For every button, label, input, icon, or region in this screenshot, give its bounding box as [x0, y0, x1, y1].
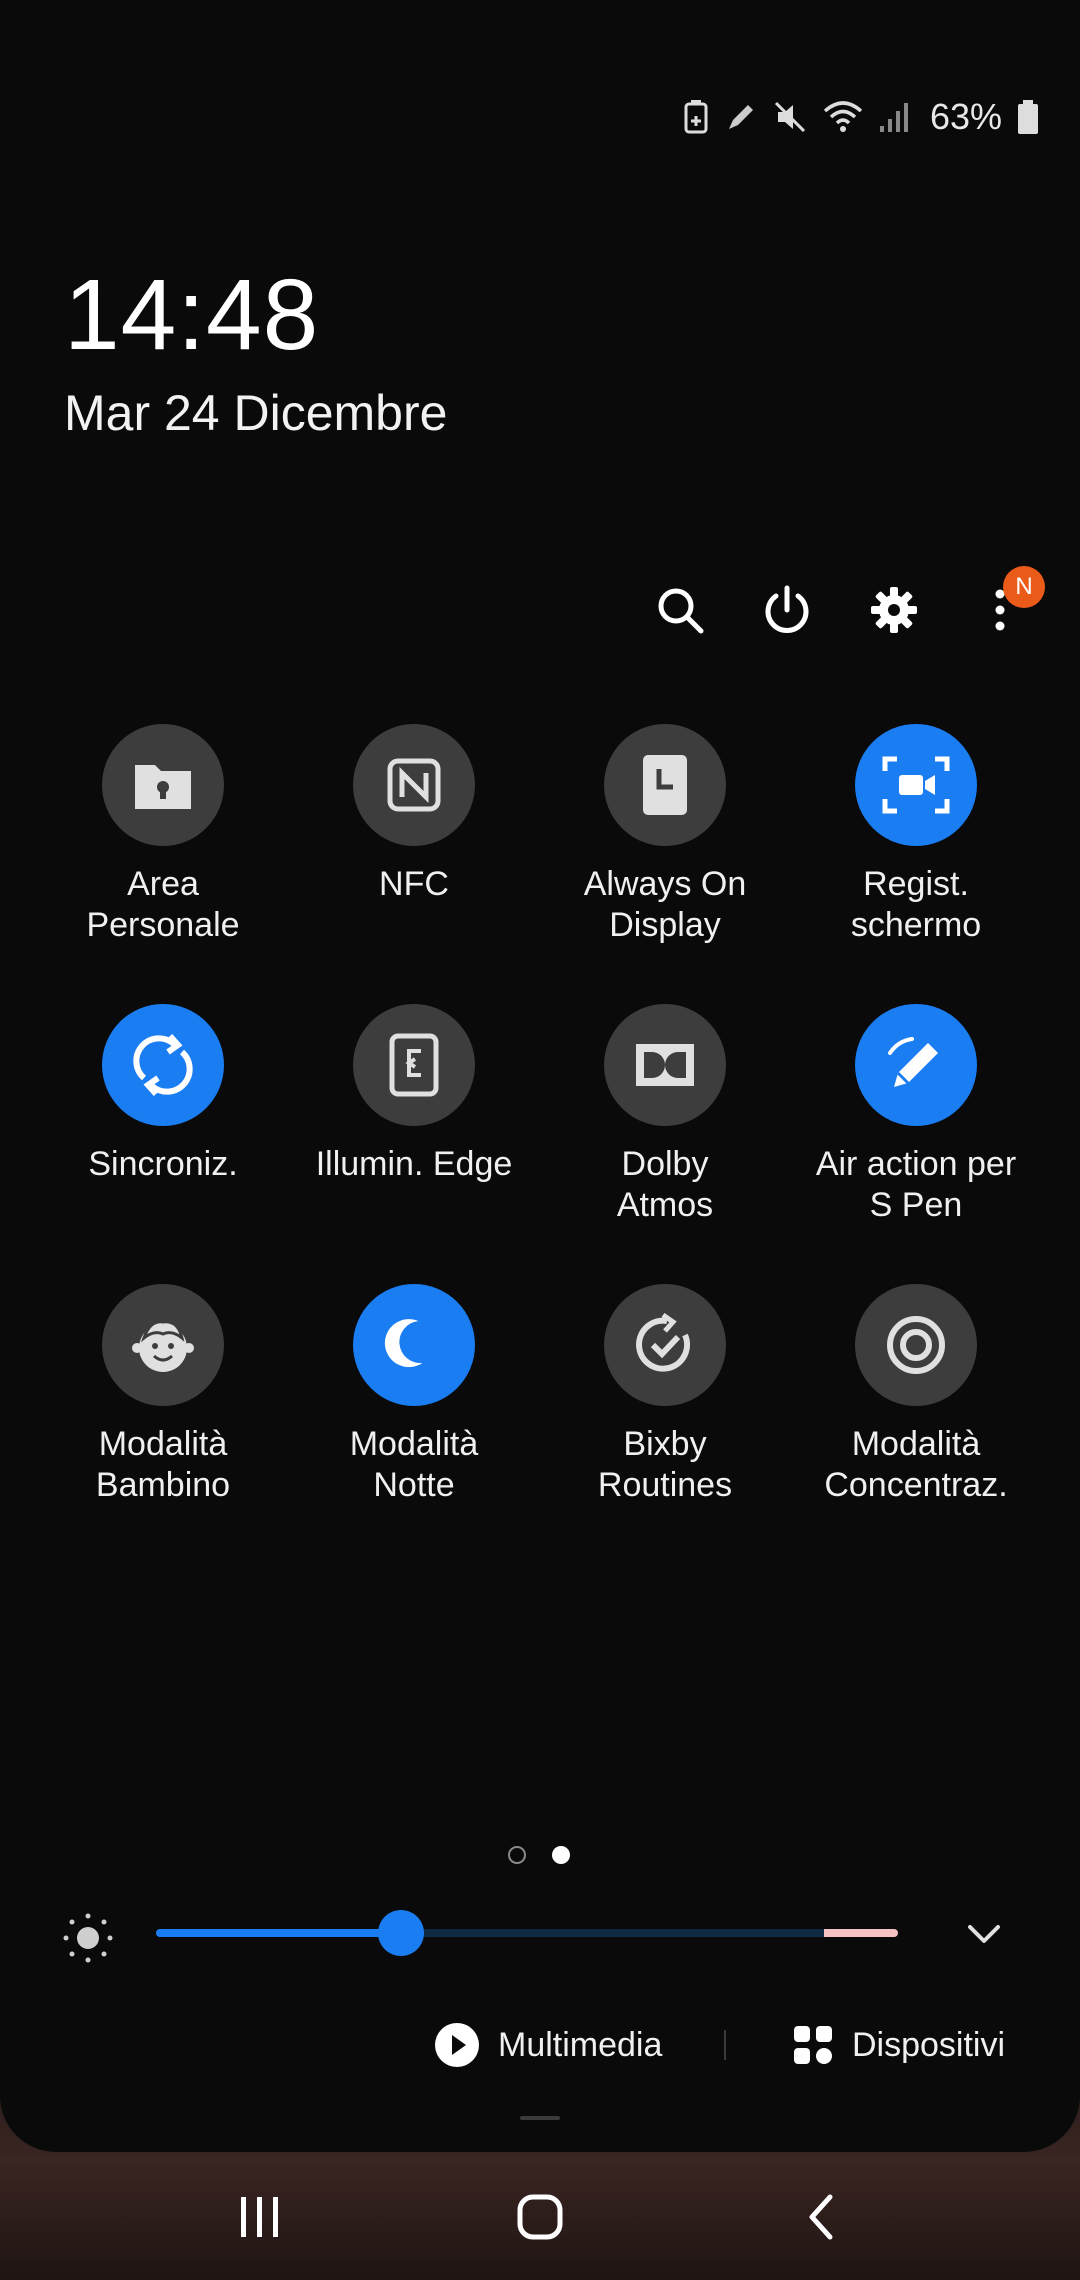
media-button[interactable]: Multimedia — [434, 2020, 662, 2070]
edge-lighting-icon — [389, 1033, 439, 1097]
devices-label: Dispositivi — [852, 2025, 1006, 2064]
brightness-auto-button[interactable] — [60, 1910, 116, 1971]
tile-label: Always On Display — [583, 865, 747, 944]
tile-icon-circle — [604, 1004, 726, 1126]
tile-regist-schermo[interactable]: Regist. schermo — [791, 724, 1041, 946]
secure-folder-icon — [135, 765, 191, 809]
play-icon — [435, 2023, 479, 2067]
battery-saver-icon — [682, 99, 710, 135]
tile-modalita-notte[interactable]: Modalità Notte — [289, 1284, 539, 1506]
focus-target-icon — [887, 1316, 945, 1374]
tile-icon-circle — [102, 1004, 224, 1126]
page-indicator-1[interactable] — [508, 1846, 526, 1864]
tile-label: Modalità Notte — [349, 1425, 479, 1504]
tile-label: Air action per S Pen — [815, 1145, 1017, 1224]
devices-button[interactable]: Dispositivi — [792, 2020, 1005, 2070]
clock-date: Mar 24 Dicembre — [64, 385, 448, 441]
home-icon — [517, 2194, 563, 2240]
power-icon — [765, 585, 809, 633]
back-icon — [809, 2194, 833, 2240]
notification-badge: N — [1003, 566, 1045, 608]
sync-icon — [133, 1034, 193, 1096]
routine-check-icon — [636, 1313, 690, 1372]
tile-air-action[interactable]: Air action per S Pen — [791, 1004, 1041, 1226]
recents-icon — [241, 2197, 278, 2237]
tile-illumin-edge[interactable]: Illumin. Edge — [289, 1004, 539, 1185]
media-label: Multimedia — [498, 2025, 663, 2064]
panel-handle[interactable] — [520, 2116, 560, 2120]
tile-icon-circle — [353, 1004, 475, 1126]
sun-icon — [63, 1913, 113, 1963]
search-icon — [658, 588, 704, 634]
chevron-down-icon — [968, 1925, 1000, 1943]
power-button[interactable] — [757, 580, 817, 640]
panel-actions — [0, 580, 1080, 640]
brightness-thumb[interactable] — [377, 1910, 424, 1956]
tile-icon-circle — [353, 1284, 475, 1406]
wifi-icon — [822, 99, 864, 135]
tile-label: NFC — [379, 865, 449, 903]
moon-icon — [384, 1319, 423, 1368]
back-button[interactable] — [782, 2182, 862, 2252]
always-on-display-icon — [643, 755, 687, 815]
tile-icon-circle — [604, 1284, 726, 1406]
pen-icon — [888, 1037, 938, 1087]
tile-label: Sincroniz. — [88, 1145, 238, 1183]
tile-label: Modalità Bambino — [95, 1425, 231, 1504]
tile-icon-circle — [855, 1284, 977, 1406]
battery-icon — [1016, 99, 1040, 135]
gear-icon — [871, 587, 917, 633]
signal-icon — [878, 100, 910, 134]
tile-icon-circle — [102, 724, 224, 846]
dolby-icon — [636, 1044, 694, 1086]
screen-record-icon — [882, 756, 950, 814]
tile-area-personale[interactable]: Area Personale — [38, 724, 288, 946]
mute-icon — [772, 99, 808, 135]
tile-label: Regist. schermo — [850, 865, 982, 944]
search-button[interactable] — [650, 580, 710, 640]
devices-grid-icon — [794, 2026, 832, 2064]
tile-bixby-routines[interactable]: Bixby Routines — [540, 1284, 790, 1506]
tile-icon-circle — [855, 1004, 977, 1126]
home-button[interactable] — [500, 2182, 580, 2252]
brightness-extra-range — [824, 1929, 898, 1937]
tile-modalita-concentraz[interactable]: Modalità Concentraz. — [791, 1284, 1041, 1506]
battery-percent: 63% — [929, 96, 1002, 137]
tile-icon-circle — [855, 724, 977, 846]
tile-sincroniz[interactable]: Sincroniz. — [38, 1004, 288, 1185]
nfc-icon — [387, 758, 441, 812]
tile-label: Modalità Concentraz. — [824, 1425, 1008, 1504]
settings-button[interactable] — [864, 580, 924, 640]
pen-icon — [724, 100, 758, 134]
page-indicator-2[interactable] — [552, 1846, 570, 1864]
tile-always-on-display[interactable]: Always On Display — [540, 724, 790, 946]
tile-nfc[interactable]: NFC — [289, 724, 539, 905]
clock-time: 14:48 — [64, 259, 320, 371]
status-bar: 63% — [682, 92, 1040, 142]
tile-icon-circle — [353, 724, 475, 846]
tile-icon-circle — [102, 1284, 224, 1406]
tile-icon-circle — [604, 724, 726, 846]
expand-button[interactable] — [964, 1915, 1004, 1956]
tile-label: Area Personale — [86, 865, 240, 944]
kid-face-icon — [132, 1320, 194, 1372]
brightness-fill — [156, 1929, 401, 1937]
tile-label: Bixby Routines — [597, 1425, 733, 1504]
brightness-slider[interactable] — [156, 1910, 898, 1956]
divider — [724, 2030, 726, 2060]
tile-dolby-atmos[interactable]: Dolby Atmos — [540, 1004, 790, 1226]
tile-modalita-bambino[interactable]: Modalità Bambino — [38, 1284, 288, 1506]
recents-button[interactable] — [220, 2182, 300, 2252]
tile-label: Illumin. Edge — [315, 1145, 513, 1183]
tile-label: Dolby Atmos — [616, 1145, 714, 1224]
